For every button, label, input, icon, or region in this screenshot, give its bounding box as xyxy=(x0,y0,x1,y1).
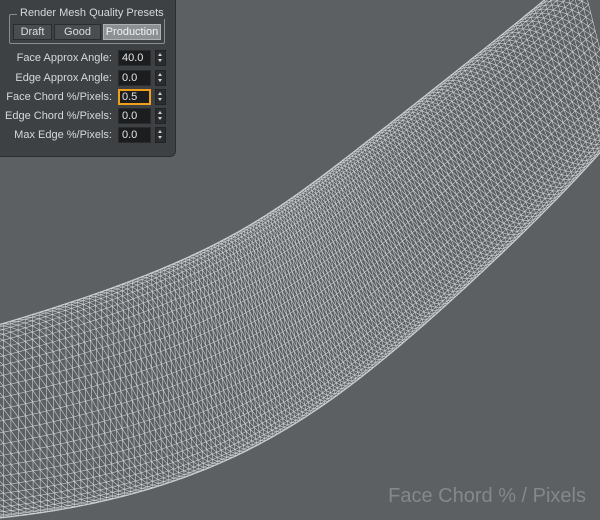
face-chord-pixels-label: Face Chord %/Pixels: xyxy=(6,91,112,103)
face-approx-angle-row: Face Approx Angle: xyxy=(0,50,176,68)
face-approx-angle-spinner[interactable] xyxy=(155,50,166,66)
edge-approx-angle-label: Edge Approx Angle: xyxy=(15,72,112,84)
render-mesh-panel: Render Mesh Quality Presets Draft Good P… xyxy=(0,0,176,157)
presets-group: Render Mesh Quality Presets Draft Good P… xyxy=(9,7,167,44)
max-edge-pixels-spinner[interactable] xyxy=(155,127,166,143)
max-edge-pixels-label: Max Edge %/Pixels: xyxy=(14,129,112,141)
face-chord-pixels-spinner[interactable] xyxy=(155,89,166,105)
spin-down-icon[interactable] xyxy=(156,135,165,142)
edge-chord-pixels-input[interactable] xyxy=(118,108,151,124)
face-chord-pixels-input[interactable] xyxy=(118,89,151,105)
spin-down-icon[interactable] xyxy=(156,58,165,65)
spin-up-icon[interactable] xyxy=(156,128,165,135)
face-approx-angle-label: Face Approx Angle: xyxy=(16,52,112,64)
good-button[interactable]: Good xyxy=(54,24,101,40)
edge-chord-pixels-spinner[interactable] xyxy=(155,108,166,124)
edge-approx-angle-input[interactable] xyxy=(118,70,151,86)
spin-up-icon[interactable] xyxy=(156,90,165,97)
spin-down-icon[interactable] xyxy=(156,97,165,104)
viewport-caption: Face Chord % / Pixels xyxy=(388,485,586,507)
max-edge-pixels-row: Max Edge %/Pixels: xyxy=(0,127,176,145)
spin-down-icon[interactable] xyxy=(156,78,165,85)
spin-down-icon[interactable] xyxy=(156,116,165,123)
spin-up-icon[interactable] xyxy=(156,109,165,116)
edge-chord-pixels-label: Edge Chord %/Pixels: xyxy=(5,110,112,122)
presets-title: Render Mesh Quality Presets xyxy=(17,7,167,19)
spin-up-icon[interactable] xyxy=(156,71,165,78)
edge-approx-angle-spinner[interactable] xyxy=(155,70,166,86)
edge-approx-angle-row: Edge Approx Angle: xyxy=(0,70,176,88)
max-edge-pixels-input[interactable] xyxy=(118,127,151,143)
draft-button[interactable]: Draft xyxy=(13,24,52,40)
face-approx-angle-input[interactable] xyxy=(118,50,151,66)
edge-chord-pixels-row: Edge Chord %/Pixels: xyxy=(0,108,176,126)
spin-up-icon[interactable] xyxy=(156,51,165,58)
face-chord-pixels-row: Face Chord %/Pixels: xyxy=(0,89,176,107)
production-button[interactable]: Production xyxy=(103,24,161,40)
